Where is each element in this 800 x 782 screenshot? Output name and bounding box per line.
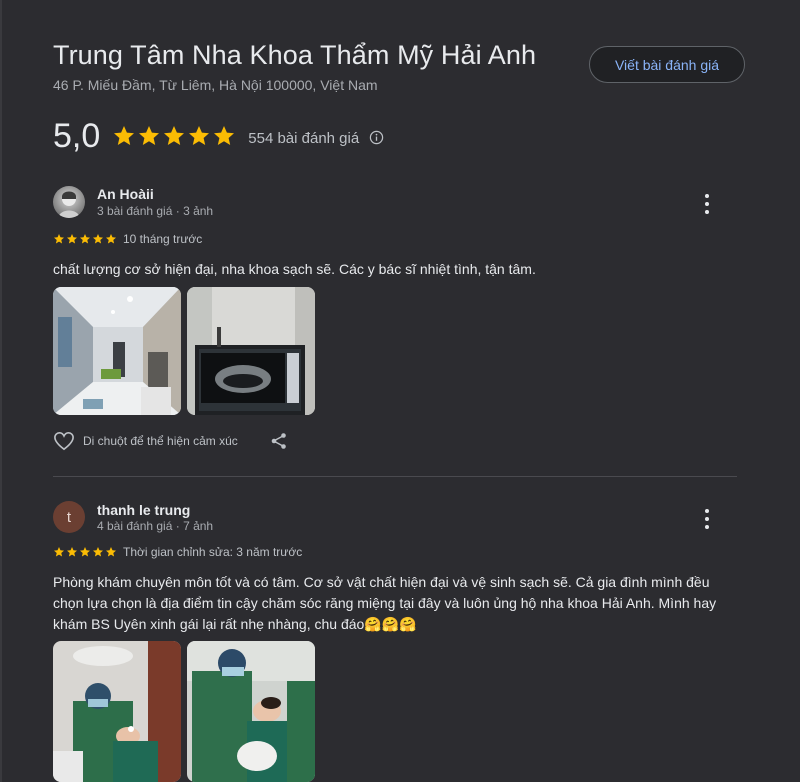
react-label: Di chuột để thể hiện cảm xúc bbox=[83, 434, 238, 448]
more-options-icon[interactable] bbox=[699, 194, 715, 214]
review-photo[interactable] bbox=[53, 287, 181, 415]
info-icon[interactable] bbox=[369, 130, 384, 145]
review-photo[interactable] bbox=[53, 641, 181, 782]
star-icon bbox=[93, 547, 103, 557]
review-rating-line: 10 tháng trước bbox=[53, 232, 202, 246]
review-photo[interactable] bbox=[187, 287, 315, 415]
share-icon[interactable] bbox=[270, 432, 288, 450]
star-icon bbox=[67, 547, 77, 557]
dentist-treatment-photo-2 bbox=[187, 641, 315, 782]
review-card: An Hoàii 3 bài đánh giá · 3 ảnh 10 tháng… bbox=[53, 186, 743, 466]
rating-score: 5,0 bbox=[53, 116, 101, 155]
heart-icon[interactable] bbox=[53, 431, 75, 451]
write-review-button[interactable]: Viết bài đánh giá bbox=[589, 46, 745, 83]
star-icon bbox=[164, 126, 185, 145]
avatar-photo bbox=[58, 191, 80, 218]
overall-stars bbox=[112, 124, 236, 148]
reviewer-name[interactable]: thanh le trung bbox=[97, 502, 190, 518]
review-rating-line: Thời gian chỉnh sửa: 3 năm trước bbox=[53, 545, 302, 559]
reviewer-name[interactable]: An Hoàii bbox=[97, 186, 154, 202]
clinic-hallway-photo bbox=[53, 287, 181, 415]
review-text: chất lượng cơ sở hiện đại, nha khoa sạch… bbox=[53, 261, 536, 277]
star-icon bbox=[54, 547, 64, 557]
dental-xray-monitor-photo bbox=[187, 287, 315, 415]
reviewer-meta: 4 bài đánh giá · 7 ảnh bbox=[97, 519, 214, 533]
review-text: Phòng khám chuyên môn tốt và có tâm. Cơ … bbox=[53, 574, 717, 632]
star-icon bbox=[214, 126, 235, 145]
window-edge bbox=[0, 0, 2, 782]
review-count[interactable]: 554 bài đánh giá bbox=[248, 130, 359, 147]
dentist-treatment-photo-1 bbox=[53, 641, 181, 782]
review-time: 10 tháng trước bbox=[123, 232, 203, 246]
star-icon bbox=[93, 234, 103, 244]
star-icon bbox=[54, 234, 64, 244]
star-icon bbox=[139, 126, 160, 145]
review-stars bbox=[53, 233, 117, 245]
review-actions: Di chuột để thể hiện cảm xúc bbox=[53, 431, 288, 451]
review-time: Thời gian chỉnh sửa: 3 năm trước bbox=[123, 545, 303, 559]
review-card: t thanh le trung 4 bài đánh giá · 7 ảnh … bbox=[53, 501, 743, 782]
star-icon bbox=[114, 126, 135, 145]
star-icon bbox=[189, 126, 210, 145]
star-icon bbox=[67, 234, 77, 244]
star-icon bbox=[80, 547, 90, 557]
avatar[interactable] bbox=[53, 186, 85, 218]
star-icon bbox=[80, 234, 90, 244]
more-options-icon[interactable] bbox=[699, 509, 715, 529]
review-divider bbox=[53, 476, 737, 477]
overall-rating: 5,0 554 bài đánh giá bbox=[53, 116, 384, 156]
reviewer-meta: 3 bài đánh giá · 3 ảnh bbox=[97, 204, 214, 218]
star-icon bbox=[106, 547, 116, 557]
review-stars bbox=[53, 546, 117, 558]
review-photo[interactable] bbox=[187, 641, 315, 782]
star-icon bbox=[106, 234, 116, 244]
avatar[interactable]: t bbox=[53, 501, 85, 533]
